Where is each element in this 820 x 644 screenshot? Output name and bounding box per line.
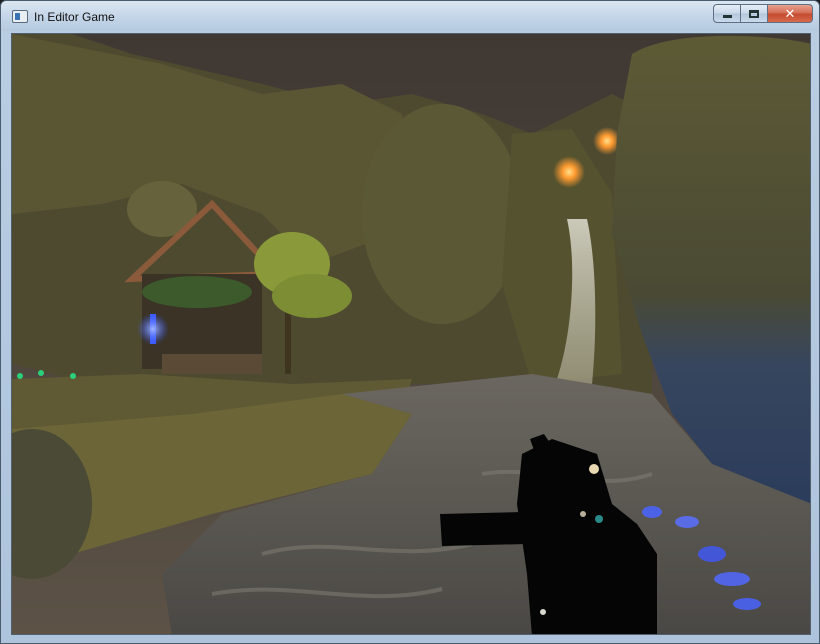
minimize-button[interactable]: [713, 4, 740, 23]
caption-buttons: ✕: [713, 4, 813, 23]
window-title: In Editor Game: [34, 10, 115, 24]
green-orb: [70, 373, 76, 379]
maximize-button[interactable]: [740, 4, 767, 23]
game-window: In Editor Game ✕: [0, 0, 820, 644]
game-viewport[interactable]: [11, 33, 811, 635]
green-orb: [38, 370, 44, 376]
crystal-glow: [137, 313, 169, 345]
close-button[interactable]: ✕: [767, 4, 813, 23]
torch-glow-left: [553, 156, 585, 188]
close-icon: ✕: [784, 5, 796, 21]
app-window-icon[interactable]: [12, 10, 28, 23]
maximize-icon: [749, 9, 759, 18]
weapon-light: [589, 464, 599, 474]
center-boulder: [362, 104, 522, 324]
game-scene: [12, 34, 810, 634]
minimize-icon: [722, 15, 732, 18]
title-bar[interactable]: In Editor Game ✕: [1, 1, 819, 31]
green-orb: [17, 373, 23, 379]
